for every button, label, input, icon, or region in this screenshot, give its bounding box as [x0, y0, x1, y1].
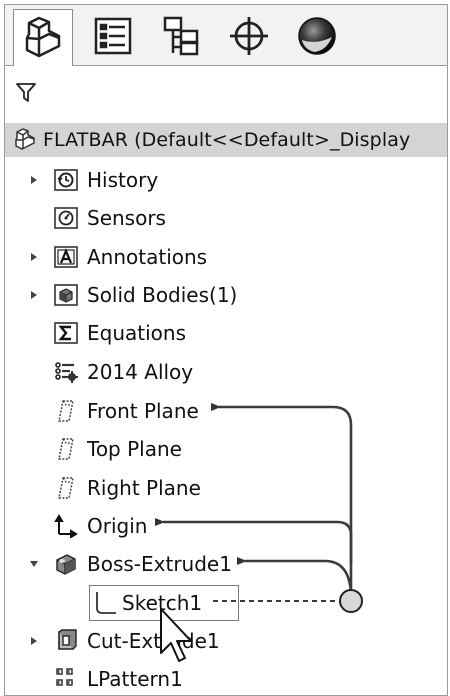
propertymanager-tab-icon [94, 17, 132, 55]
reference-node [339, 589, 363, 613]
solid-bodies-icon [53, 282, 79, 308]
tree-item-label: Top Plane [87, 437, 182, 461]
featuremanager-tab[interactable] [13, 9, 73, 66]
tree-item-label: Equations [87, 321, 186, 345]
tree-item-label: Origin [87, 514, 148, 538]
tree-item-label: Sensors [87, 206, 166, 230]
featuremanager-tab-icon [25, 16, 61, 58]
tree-item-boss-extrude1[interactable]: Boss-Extrude1 [5, 547, 447, 581]
tree-item-equations[interactable]: Equations [5, 316, 447, 350]
configurationmanager-tab-icon [163, 16, 199, 56]
tree-item-label: Boss-Extrude1 [87, 552, 232, 576]
expand-arrow-icon[interactable] [29, 251, 39, 263]
tree-item-history[interactable]: History [5, 163, 447, 197]
displaymanager-tab[interactable] [287, 9, 347, 63]
propertymanager-tab[interactable] [83, 9, 143, 63]
history-icon [53, 167, 79, 193]
filter-icon[interactable] [15, 81, 37, 103]
boss-extrude-icon [53, 551, 79, 577]
sketch-icon [94, 590, 118, 620]
manager-tab-bar [5, 5, 447, 66]
tree-item-label: LPattern1 [87, 667, 183, 691]
dimxpertmanager-tab[interactable] [219, 9, 279, 63]
expand-arrow-icon[interactable] [29, 289, 39, 301]
sensors-icon [53, 205, 79, 231]
tree-item-front-plane[interactable]: Front Plane [5, 394, 447, 428]
plane-icon [53, 475, 79, 501]
tree-item-solid-bodies[interactable]: Solid Bodies(1) [5, 278, 447, 312]
filter-row [5, 67, 447, 119]
equations-icon [53, 320, 79, 346]
cut-extrude-icon [53, 628, 79, 654]
tree-item-sensors[interactable]: Sensors [5, 201, 447, 235]
tree-item-origin[interactable]: Origin [5, 509, 447, 543]
linear-pattern-icon [53, 666, 79, 692]
tree-item-cut-extrude1[interactable]: Cut-Extrude1 [5, 624, 447, 658]
plane-icon [53, 436, 79, 462]
featuremanager-panel: FLATBAR (Default<<Default>_Display Histo… [4, 4, 448, 696]
annotations-icon [53, 244, 79, 270]
tree-item-lpattern1[interactable]: LPattern1 [5, 662, 447, 695]
tree-item-right-plane[interactable]: Right Plane [5, 471, 447, 505]
tree-root-label: FLATBAR (Default<<Default>_Display [43, 129, 411, 151]
part-icon [15, 128, 35, 150]
tree-item-label: Sketch1 [122, 591, 203, 615]
tree-item-label: Annotations [87, 245, 208, 269]
tree-item-label: Solid Bodies(1) [87, 283, 238, 307]
tree-item-label: Right Plane [87, 476, 201, 500]
displaymanager-tab-icon [298, 17, 336, 55]
tree-root-row[interactable]: FLATBAR (Default<<Default>_Display [5, 123, 447, 157]
tree-item-label: 2014 Alloy [87, 360, 194, 384]
expand-arrow-icon[interactable] [29, 174, 39, 186]
tree-item-label: History [87, 168, 159, 192]
tree-item-label: Cut-Extrude1 [87, 629, 220, 653]
collapse-arrow-icon[interactable] [29, 558, 39, 570]
dimxpertmanager-tab-icon [230, 17, 268, 55]
expand-arrow-icon[interactable] [29, 635, 39, 647]
tree-item-sketch1[interactable]: Sketch1 [89, 585, 239, 621]
origin-icon [53, 513, 79, 539]
tree-item-annotations[interactable]: Annotations [5, 240, 447, 274]
tree-item-material[interactable]: 2014 Alloy [5, 355, 447, 389]
configurationmanager-tab[interactable] [151, 9, 211, 63]
tree-item-label: Front Plane [87, 399, 199, 423]
plane-icon [53, 398, 79, 424]
tree-item-top-plane[interactable]: Top Plane [5, 432, 447, 466]
material-icon [53, 359, 79, 385]
